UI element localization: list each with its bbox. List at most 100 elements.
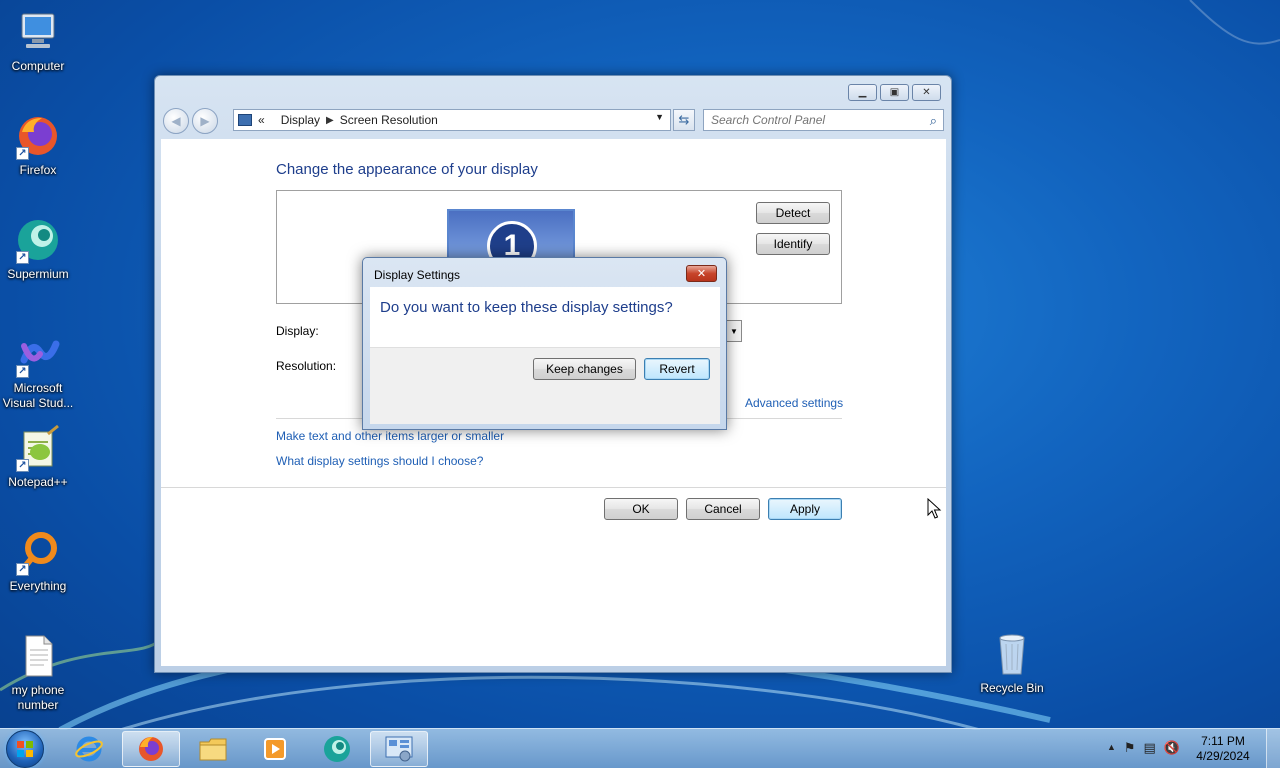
desktop-icon-label: my phone number (11, 683, 65, 712)
detect-button[interactable]: Detect (756, 202, 830, 224)
taskbar-supermium[interactable] (308, 731, 366, 767)
firefox-icon: ↗ (14, 112, 62, 160)
dialog-close-button[interactable]: ✕ (686, 265, 717, 282)
minimize-icon: ▁ (858, 87, 867, 98)
show-desktop-button[interactable] (1266, 729, 1280, 768)
taskbar-firefox[interactable] (122, 731, 180, 767)
desktop-icon-label: Everything (9, 579, 67, 593)
maximize-icon: ▣ (889, 87, 900, 98)
taskbar: ▲ ⚑ ▤ 🔇 7:11 PM 4/29/2024 (0, 728, 1280, 768)
dialog-body: Do you want to keep these display settin… (370, 287, 720, 424)
desktop-icon-notepad-plus-plus[interactable]: ↗ Notepad++ (0, 424, 76, 490)
back-arrow-icon: ◀ (171, 114, 181, 128)
identify-button[interactable]: Identify (756, 233, 830, 255)
address-bar[interactable]: « Display ▶ Screen Resolution ▼ (233, 109, 671, 131)
desktop-icon-label: Firefox (19, 163, 57, 177)
control-panel-icon (385, 736, 413, 762)
cancel-button[interactable]: Cancel (686, 498, 760, 520)
show-hidden-icons-icon[interactable]: ▲ (1107, 742, 1116, 756)
desktop-icon-computer[interactable]: Computer (0, 8, 76, 74)
dialog-message-area: Do you want to keep these display settin… (370, 287, 720, 347)
forward-button[interactable]: ▶ (192, 108, 218, 134)
display-label: Display: (276, 324, 319, 338)
clock-date: 4/29/2024 (1196, 749, 1250, 763)
firefox-icon (139, 737, 163, 761)
system-clock[interactable]: 7:11 PM 4/29/2024 (1188, 734, 1258, 764)
revert-button[interactable]: Revert (644, 358, 710, 380)
close-button[interactable]: ✕ (912, 84, 941, 101)
text-file-icon (14, 632, 62, 680)
monitor-1-icon[interactable]: 1 (447, 209, 575, 261)
close-icon: ✕ (696, 268, 707, 280)
desktop-icon-visual-studio[interactable]: ↗ Microsoft Visual Stud... (0, 330, 76, 411)
everything-search-icon: ↗ (14, 528, 62, 576)
desktop-icon-label: Computer (11, 59, 65, 73)
dialog-divider (370, 347, 720, 348)
visual-studio-icon: ↗ (14, 330, 62, 378)
shortcut-arrow-icon: ↗ (16, 459, 29, 472)
windows-logo-icon (17, 741, 33, 757)
apply-button[interactable]: Apply (768, 498, 842, 520)
breadcrumb-display[interactable]: Display (281, 113, 320, 127)
network-icon[interactable]: ▤ (1144, 740, 1156, 756)
start-button[interactable] (6, 730, 44, 768)
footer-divider (161, 487, 946, 488)
desktop-icon-label: Recycle Bin (980, 681, 1044, 695)
desktop-icon-firefox[interactable]: ↗ Firefox (0, 112, 76, 178)
desktop-icon-label: Notepad++ (8, 475, 68, 489)
volume-muted-icon[interactable]: 🔇 (1164, 740, 1180, 756)
notepad-plus-plus-icon: ↗ (14, 424, 62, 472)
taskbar-file-explorer[interactable] (184, 731, 242, 767)
text-size-link[interactable]: Make text and other items larger or smal… (276, 429, 504, 443)
shortcut-arrow-icon: ↗ (16, 365, 29, 378)
address-dropdown-icon[interactable]: ▼ (655, 112, 664, 122)
file-explorer-icon (199, 738, 227, 761)
forward-arrow-icon: ▶ (200, 114, 210, 128)
media-player-icon (264, 738, 286, 760)
close-icon: ✕ (922, 87, 931, 98)
advanced-settings-link[interactable]: Advanced settings (745, 396, 843, 410)
shortcut-arrow-icon: ↗ (16, 563, 29, 576)
control-panel-small-icon (238, 114, 252, 126)
taskbar-internet-explorer[interactable] (60, 731, 118, 767)
refresh-button[interactable]: ⇆ (673, 109, 695, 131)
desktop-icon-everything[interactable]: ↗ Everything (0, 528, 76, 594)
supermium-icon: ↗ (14, 216, 62, 264)
dialog-title: Display Settings (374, 268, 461, 282)
page-title: Change the appearance of your display (276, 161, 538, 178)
maximize-button[interactable]: ▣ (880, 84, 909, 101)
refresh-icon: ⇆ (678, 112, 690, 127)
desktop-icon-my-phone-number[interactable]: my phone number (0, 632, 76, 713)
ok-button[interactable]: OK (604, 498, 678, 520)
display-help-link[interactable]: What display settings should I choose? (276, 454, 483, 468)
shortcut-arrow-icon: ↗ (16, 147, 29, 160)
keep-changes-button[interactable]: Keep changes (533, 358, 636, 380)
minimize-button[interactable]: ▁ (848, 84, 877, 101)
desktop-icon-recycle-bin[interactable]: Recycle Bin (974, 630, 1050, 696)
action-center-flag-icon[interactable]: ⚑ (1124, 740, 1136, 756)
supermium-icon (324, 736, 350, 762)
search-icon[interactable]: ⌕ (930, 113, 937, 129)
shortcut-arrow-icon: ↗ (16, 251, 29, 264)
window-controls: ▁ ▣ ✕ (848, 84, 941, 101)
back-button[interactable]: ◀ (163, 108, 189, 134)
recycle-bin-icon (988, 630, 1036, 678)
dialog-message: Do you want to keep these display settin… (380, 299, 673, 316)
desktop-icon-label: Supermium (7, 267, 69, 281)
monitor-number: 1 (487, 221, 537, 259)
desktop-icon-label: Microsoft Visual Stud... (2, 381, 74, 410)
breadcrumb-chevron-icon[interactable]: ▶ (326, 115, 334, 126)
mouse-cursor-icon (927, 498, 942, 519)
computer-icon (14, 8, 62, 56)
clock-time: 7:11 PM (1201, 734, 1245, 748)
search-input[interactable] (711, 113, 911, 127)
desktop-icon-supermium[interactable]: ↗ Supermium (0, 216, 76, 282)
taskbar-control-panel[interactable] (370, 731, 428, 767)
display-dropdown-arrow-icon[interactable]: ▼ (726, 320, 742, 342)
taskbar-media-player[interactable] (246, 731, 304, 767)
breadcrumb-screen-resolution[interactable]: Screen Resolution (340, 113, 438, 127)
search-box[interactable]: ⌕ (703, 109, 944, 131)
breadcrumb-overflow[interactable]: « (258, 113, 265, 127)
internet-explorer-icon (75, 736, 103, 762)
notification-area: ▲ ⚑ ▤ 🔇 (1107, 740, 1180, 756)
